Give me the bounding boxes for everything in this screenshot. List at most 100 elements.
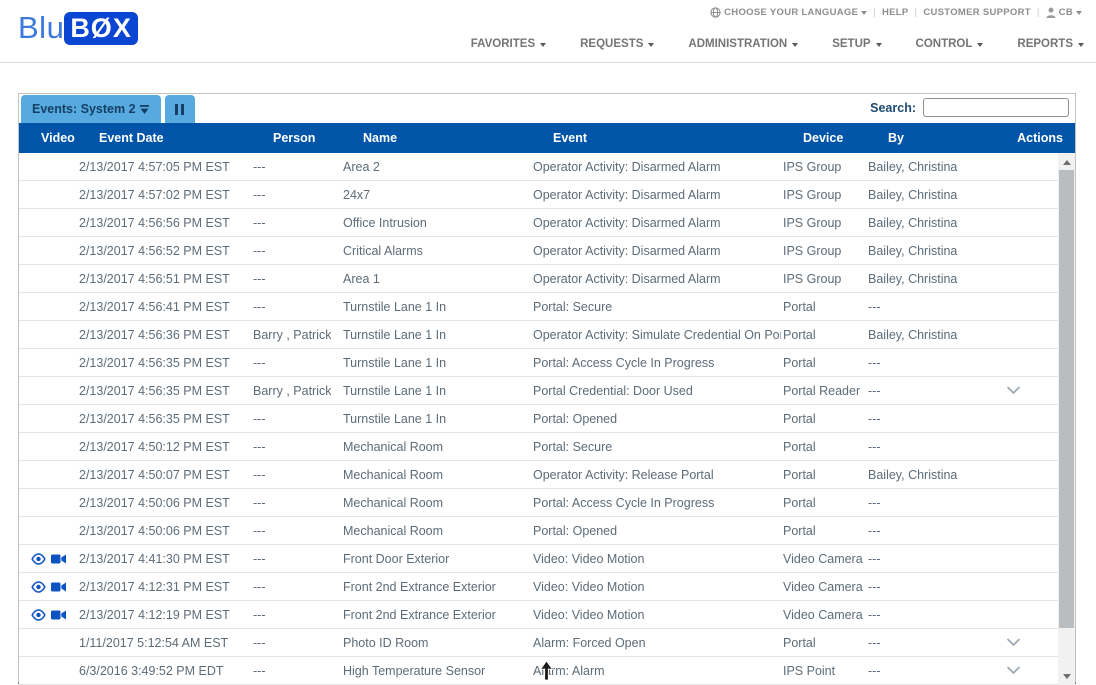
column-header-device[interactable]: Device bbox=[781, 131, 866, 145]
table-row[interactable]: 2/13/2017 4:50:12 PM EST --- Mechanical … bbox=[19, 433, 1058, 461]
events-table: Video Event Date Person Name Event Devic… bbox=[19, 123, 1075, 685]
eye-icon[interactable] bbox=[31, 609, 46, 621]
name-cell: Turnstile Lane 1 In bbox=[341, 412, 531, 426]
event-cell: Portal: Secure bbox=[531, 440, 781, 454]
event-date-cell: 2/13/2017 4:56:51 PM EST bbox=[77, 272, 251, 286]
event-cell: Operator Activity: Disarmed Alarm bbox=[531, 272, 781, 286]
device-cell: IPS Group bbox=[781, 160, 866, 174]
caret-down-icon bbox=[792, 43, 798, 50]
separator: | bbox=[915, 7, 918, 18]
name-cell: Front 2nd Extrance Exterior bbox=[341, 608, 531, 622]
table-row[interactable]: 2/13/2017 4:56:35 PM EST Barry , Patrick… bbox=[19, 377, 1058, 405]
table-row[interactable]: 2/13/2017 4:56:41 PM EST --- Turnstile L… bbox=[19, 293, 1058, 321]
table-row[interactable]: 2/13/2017 4:56:36 PM EST Barry , Patrick… bbox=[19, 321, 1058, 349]
scrollbar-thumb[interactable] bbox=[1059, 170, 1074, 628]
scrollbar-down-icon[interactable] bbox=[1058, 668, 1075, 685]
column-header-event[interactable]: Event bbox=[531, 131, 781, 145]
table-row[interactable]: 2/13/2017 4:12:31 PM EST --- Front 2nd E… bbox=[19, 573, 1058, 601]
table-row[interactable]: 2/13/2017 4:41:30 PM EST --- Front Door … bbox=[19, 545, 1058, 573]
by-cell: Bailey, Christina bbox=[866, 216, 986, 230]
column-header-name[interactable]: Name bbox=[341, 131, 531, 145]
person-cell: --- bbox=[251, 552, 341, 566]
person-cell: --- bbox=[251, 300, 341, 314]
blubox-logo[interactable]: Blu BØX bbox=[18, 10, 138, 46]
caret-down-icon bbox=[1076, 11, 1082, 18]
table-row[interactable]: 6/3/2016 3:49:52 PM EDT --- High Tempera… bbox=[19, 657, 1058, 685]
table-row[interactable]: 2/13/2017 4:56:51 PM EST --- Area 1 Oper… bbox=[19, 265, 1058, 293]
nav-item-reports[interactable]: REPORTS bbox=[1017, 38, 1084, 50]
pause-icon bbox=[175, 104, 178, 115]
customer-support-link[interactable]: CUSTOMER SUPPORT bbox=[923, 7, 1031, 18]
video-camera-icon[interactable] bbox=[51, 581, 66, 593]
nav-item-favorites[interactable]: FAVORITES bbox=[471, 38, 546, 50]
name-cell: 24x7 bbox=[341, 188, 531, 202]
tab-events-system-2[interactable]: Events: System 2 bbox=[21, 95, 161, 123]
pause-button[interactable] bbox=[165, 95, 195, 123]
nav-item-administration[interactable]: ADMINISTRATION bbox=[688, 38, 798, 50]
chevron-down-icon[interactable] bbox=[1006, 666, 1021, 675]
table-row[interactable]: 2/13/2017 4:50:06 PM EST --- Mechanical … bbox=[19, 517, 1058, 545]
nav-item-requests[interactable]: REQUESTS bbox=[580, 38, 654, 50]
device-cell: Portal bbox=[781, 524, 866, 538]
logo-text-blu: Blu bbox=[18, 10, 64, 46]
table-row[interactable]: 2/13/2017 4:50:06 PM EST --- Mechanical … bbox=[19, 489, 1058, 517]
nav-item-control[interactable]: CONTROL bbox=[916, 38, 984, 50]
by-cell: --- bbox=[866, 384, 986, 398]
event-date-cell: 2/13/2017 4:56:35 PM EST bbox=[77, 412, 251, 426]
video-camera-icon[interactable] bbox=[51, 553, 66, 565]
table-row[interactable]: 2/13/2017 4:56:56 PM EST --- Office Intr… bbox=[19, 209, 1058, 237]
scrollbar-up-icon[interactable] bbox=[1058, 153, 1075, 170]
event-date-cell: 2/13/2017 4:56:41 PM EST bbox=[77, 300, 251, 314]
table-row[interactable]: 2/13/2017 4:56:35 PM EST --- Turnstile L… bbox=[19, 405, 1058, 433]
eye-icon[interactable] bbox=[31, 553, 46, 565]
event-date-cell: 2/13/2017 4:56:36 PM EST bbox=[77, 328, 251, 342]
column-header-by[interactable]: By bbox=[866, 131, 986, 145]
eye-icon[interactable] bbox=[31, 581, 46, 593]
person-cell: --- bbox=[251, 356, 341, 370]
device-cell: Portal bbox=[781, 356, 866, 370]
table-row[interactable]: 2/13/2017 4:56:35 PM EST --- Turnstile L… bbox=[19, 349, 1058, 377]
nav-item-label: REQUESTS bbox=[580, 38, 643, 50]
search-input[interactable] bbox=[923, 98, 1069, 117]
event-date-cell: 2/13/2017 4:56:35 PM EST bbox=[77, 356, 251, 370]
video-camera-icon[interactable] bbox=[51, 609, 66, 621]
language-menu[interactable]: CHOOSE YOUR LANGUAGE bbox=[710, 7, 867, 18]
by-cell: --- bbox=[866, 412, 986, 426]
nav-item-label: ADMINISTRATION bbox=[688, 38, 787, 50]
chevron-down-icon[interactable] bbox=[1006, 638, 1021, 647]
table-row[interactable]: 2/13/2017 4:12:19 PM EST --- Front 2nd E… bbox=[19, 601, 1058, 629]
table-row[interactable]: 1/11/2017 5:12:54 AM EST --- Photo ID Ro… bbox=[19, 629, 1058, 657]
by-cell: Bailey, Christina bbox=[866, 468, 986, 482]
column-header-actions[interactable]: Actions bbox=[986, 131, 1075, 145]
by-cell: Bailey, Christina bbox=[866, 160, 986, 174]
person-cell: Barry , Patrick bbox=[251, 328, 341, 342]
event-date-cell: 2/13/2017 4:12:31 PM EST bbox=[77, 580, 251, 594]
actions-cell bbox=[986, 386, 1058, 395]
event-cell: Video: Video Motion bbox=[531, 608, 781, 622]
name-cell: Turnstile Lane 1 In bbox=[341, 328, 531, 342]
column-header-video[interactable]: Video bbox=[19, 131, 77, 145]
device-cell: Video Camera bbox=[781, 580, 866, 594]
chevron-down-icon[interactable] bbox=[1006, 386, 1021, 395]
table-row[interactable]: 2/13/2017 4:50:07 PM EST --- Mechanical … bbox=[19, 461, 1058, 489]
device-cell: Portal bbox=[781, 636, 866, 650]
by-cell: Bailey, Christina bbox=[866, 272, 986, 286]
nav-item-setup[interactable]: SETUP bbox=[832, 38, 881, 50]
event-cell: Portal: Secure bbox=[531, 300, 781, 314]
column-header-event-date[interactable]: Event Date bbox=[77, 131, 251, 145]
event-date-cell: 2/13/2017 4:50:07 PM EST bbox=[77, 468, 251, 482]
table-row[interactable]: 2/13/2017 4:57:02 PM EST --- 24x7 Operat… bbox=[19, 181, 1058, 209]
event-cell: Operator Activity: Release Portal bbox=[531, 468, 781, 482]
column-header-person[interactable]: Person bbox=[251, 131, 341, 145]
by-cell: Bailey, Christina bbox=[866, 328, 986, 342]
user-menu[interactable]: CB bbox=[1046, 7, 1082, 18]
table-row[interactable]: 2/13/2017 4:57:05 PM EST --- Area 2 Oper… bbox=[19, 153, 1058, 181]
caret-down-icon bbox=[1078, 43, 1084, 50]
vertical-scrollbar[interactable] bbox=[1058, 153, 1075, 685]
table-row[interactable]: 2/13/2017 4:56:52 PM EST --- Critical Al… bbox=[19, 237, 1058, 265]
event-cell: Alarm: Alarm bbox=[531, 664, 781, 678]
name-cell: Front Door Exterior bbox=[341, 552, 531, 566]
device-cell: Portal Reader bbox=[781, 384, 866, 398]
event-cell: Operator Activity: Disarmed Alarm bbox=[531, 160, 781, 174]
help-link[interactable]: HELP bbox=[882, 7, 909, 18]
